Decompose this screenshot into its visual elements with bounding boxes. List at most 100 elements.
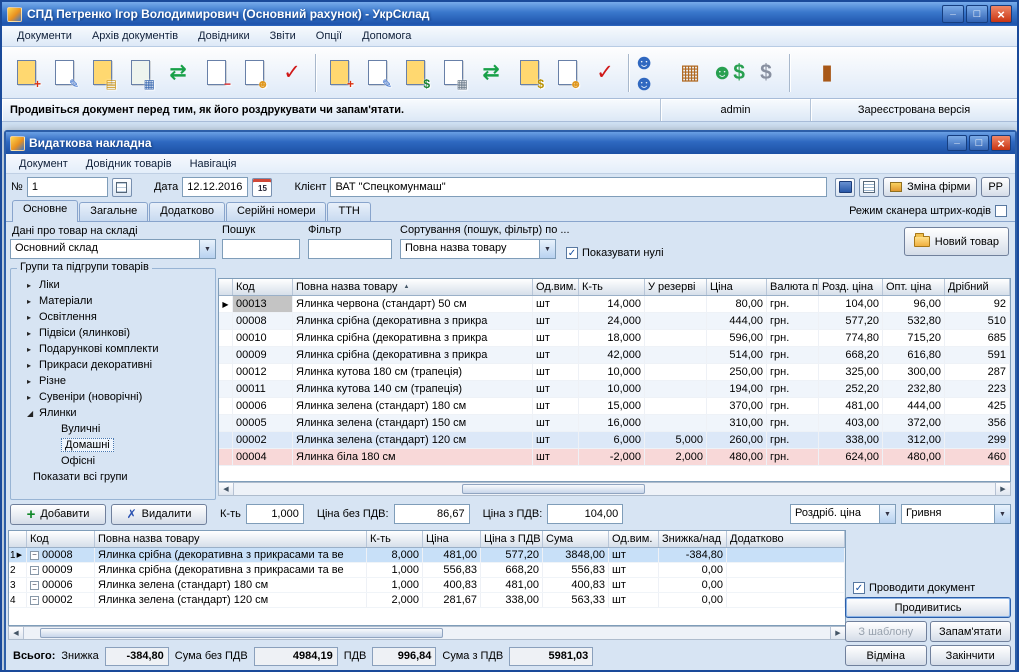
tree-item-osvitlennia[interactable]: ▸ Освітлення: [13, 309, 213, 325]
verify-invoice-icon[interactable]: ✓: [586, 52, 624, 94]
tab-ttn[interactable]: ТТН: [327, 202, 370, 221]
search-input[interactable]: [222, 239, 300, 259]
invoice-close-button[interactable]: [991, 135, 1011, 151]
price-type-select[interactable]: Роздріб. ціна: [790, 504, 896, 524]
tree-item-suveniry[interactable]: ▸ Сувеніри (новорічні): [13, 389, 213, 405]
Ялинка срібна (декоративна з прикрасами та ве[interactable]: 1▶ 00008 Ялинка срібна (декоративна з пр…: [9, 548, 845, 563]
Ялинка біла 180 см[interactable]: 00004 Ялинка біла 180 см шт -2,000 2,000…: [219, 449, 1010, 466]
col-unit[interactable]: Од.вим.: [609, 531, 659, 547]
client-input[interactable]: ВАТ "Спецкомунмаш": [330, 177, 827, 197]
journal-document-icon[interactable]: ▦: [121, 52, 159, 94]
Ялинка зелена (стандарт) 120 см[interactable]: 4 00002 Ялинка зелена (стандарт) 120 см …: [9, 593, 845, 608]
scroll-right-icon[interactable]: [830, 627, 845, 639]
Ялинка кутова 180 см (трапеція)[interactable]: 00012 Ялинка кутова 180 см (трапеція) шт…: [219, 364, 1010, 381]
col-name[interactable]: Повна назва товару: [95, 531, 367, 547]
menu-item[interactable]: Архів документів: [83, 28, 187, 44]
scroll-right-icon[interactable]: [995, 483, 1010, 495]
add-item-button[interactable]: Добавити: [10, 504, 106, 525]
pp-button[interactable]: РР: [981, 177, 1010, 197]
col-currency[interactable]: Валюта пр: [767, 279, 819, 295]
tree-item-materialy[interactable]: ▸ Матеріали: [13, 293, 213, 309]
doc-number-browse-button[interactable]: [112, 178, 132, 197]
Ялинка срібна (декоративна з прикра[interactable]: 00009 Ялинка срібна (декоративна з прикр…: [219, 347, 1010, 364]
calc-invoice-icon[interactable]: ▦: [434, 52, 472, 94]
col-opt[interactable]: Опт. ціна: [883, 279, 945, 295]
price-vat-input[interactable]: 104,00: [547, 504, 623, 524]
journal-icon-button[interactable]: [835, 178, 855, 197]
calendar-button[interactable]: 15: [252, 178, 272, 197]
new-product-button[interactable]: Новий товар: [904, 227, 1009, 256]
preview-button[interactable]: Продивитись: [845, 597, 1011, 618]
new-invoice-icon[interactable]: +: [320, 52, 358, 94]
tab-dodatkovo[interactable]: Додатково: [149, 202, 225, 221]
partners-icon[interactable]: ☻$: [709, 52, 747, 94]
tree-item-show-all-groups[interactable]: Показати всі групи: [13, 469, 213, 485]
copy-document-icon[interactable]: ▤: [83, 52, 121, 94]
toolbar-separator[interactable]: [311, 52, 320, 94]
Ялинка срібна (декоративна з прикра[interactable]: 00008 Ялинка срібна (декоративна з прикр…: [219, 313, 1010, 330]
qty-input[interactable]: 1,000: [246, 504, 304, 524]
verify-document-icon[interactable]: ✓: [273, 52, 311, 94]
Ялинка срібна (декоративна з прикра[interactable]: 00010 Ялинка срібна (декоративна з прикр…: [219, 330, 1010, 347]
col-extra[interactable]: Додатково: [727, 531, 845, 547]
delete-item-button[interactable]: Видалити: [111, 504, 207, 525]
tree-item-podarunkovi[interactable]: ▸ Подарункові комплекти: [13, 341, 213, 357]
Ялинка срібна (декоративна з прикрасами та ве[interactable]: 2 00009 Ялинка срібна (декоративна з при…: [9, 563, 845, 578]
chevron-down-icon[interactable]: [199, 240, 215, 258]
menu-item[interactable]: Навігація: [181, 156, 246, 172]
Ялинка червона (стандарт) 50 см[interactable]: ▶ 00013 Ялинка червона (стандарт) 50 см …: [219, 296, 1010, 313]
currency-select[interactable]: Гривня: [901, 504, 1011, 524]
col-price-vat[interactable]: Ціна з ПДВ: [481, 531, 543, 547]
col-unit[interactable]: Од.вим.: [533, 279, 579, 295]
new-document-icon[interactable]: +: [7, 52, 45, 94]
transfer-invoice-icon[interactable]: ⇄: [472, 52, 510, 94]
chevron-down-icon[interactable]: [994, 505, 1010, 523]
products-hscrollbar[interactable]: [218, 482, 1011, 496]
col-code[interactable]: Код: [27, 531, 95, 547]
tree-item-domashni[interactable]: Домашні: [13, 437, 213, 453]
col-gutter[interactable]: [9, 531, 27, 547]
col-retail[interactable]: Розд. ціна: [819, 279, 883, 295]
col-sum[interactable]: Сума: [543, 531, 609, 547]
clients-icon[interactable]: ☻☻: [633, 52, 671, 94]
change-firm-button[interactable]: Зміна фірми: [883, 177, 977, 197]
toolbar-separator[interactable]: [624, 52, 633, 94]
expand-icon[interactable]: [30, 581, 39, 590]
doc-number-input[interactable]: 1: [27, 177, 108, 197]
tree-item-rizne[interactable]: ▸ Різне: [13, 373, 213, 389]
scrollbar-thumb[interactable]: [462, 484, 645, 494]
warehouse-select[interactable]: Основний склад: [10, 239, 216, 259]
sort-select[interactable]: Повна назва товару: [400, 239, 556, 259]
tree-item-ofisni[interactable]: Офісні: [13, 453, 213, 469]
chevron-down-icon[interactable]: [879, 505, 895, 523]
col-qty[interactable]: К-ть: [367, 531, 423, 547]
menu-item[interactable]: Довідники: [189, 28, 259, 44]
invoice-minimize-button[interactable]: [947, 135, 967, 151]
scroll-left-icon[interactable]: [9, 627, 24, 639]
expand-icon[interactable]: [30, 596, 39, 605]
client-invoice-icon[interactable]: ☻: [548, 52, 586, 94]
menu-item[interactable]: Документ: [10, 156, 77, 172]
show-zeros-checkbox[interactable]: [566, 247, 578, 259]
list-icon-button[interactable]: [859, 178, 879, 197]
minimize-button[interactable]: [942, 5, 964, 23]
Ялинка зелена (стандарт) 150 см[interactable]: 00005 Ялинка зелена (стандарт) 150 см шт…: [219, 415, 1010, 432]
menu-item[interactable]: Документи: [8, 28, 81, 44]
scanner-mode-checkbox[interactable]: [995, 205, 1007, 217]
filter-input[interactable]: [308, 239, 392, 259]
client-document-icon[interactable]: ☻: [235, 52, 273, 94]
price-no-vat-input[interactable]: 86,67: [394, 504, 470, 524]
invoice-maximize-button[interactable]: [969, 135, 989, 151]
menu-item[interactable]: Довідник товарів: [77, 156, 181, 172]
goods-icon[interactable]: ▦: [671, 52, 709, 94]
menu-item[interactable]: Опції: [307, 28, 351, 44]
maximize-button[interactable]: [966, 5, 988, 23]
expand-icon[interactable]: [30, 566, 39, 575]
tab-zagalne[interactable]: Загальне: [79, 202, 148, 221]
expand-icon[interactable]: [30, 551, 39, 560]
chevron-down-icon[interactable]: [539, 240, 555, 258]
col-small[interactable]: Дрібний: [945, 279, 1010, 295]
tree-item-liky[interactable]: ▸ Ліки: [13, 277, 213, 293]
tree-item-yalynky[interactable]: ◢ Ялинки: [13, 405, 213, 421]
save-button[interactable]: Запам'ятати: [930, 621, 1012, 642]
